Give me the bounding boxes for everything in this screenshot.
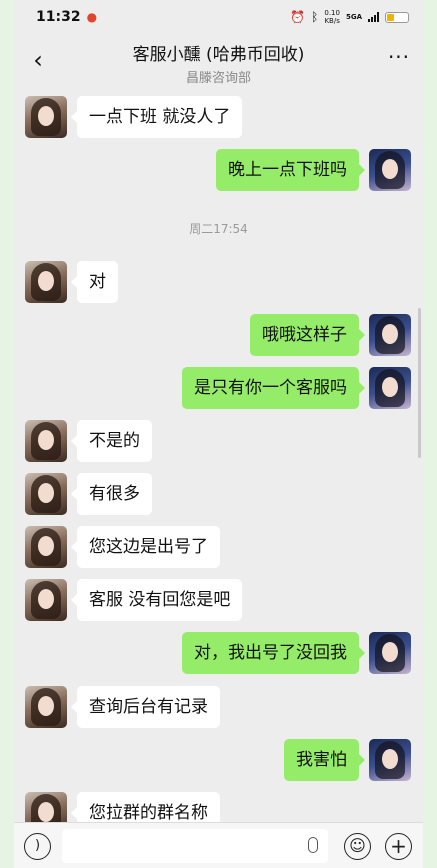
sent-message-bubble[interactable]: 哦哦这样子 [250, 314, 365, 356]
alarm-icon: ⏰ [290, 10, 306, 24]
battery-icon [385, 11, 409, 23]
emoji-icon[interactable]: ☺ [344, 833, 371, 860]
received-message-bubble[interactable]: 对 [71, 261, 118, 303]
avatar-face [382, 324, 398, 344]
sent-message-bubble[interactable]: 晚上一点下班吗 [216, 149, 365, 191]
received-message-bubble[interactable]: 不是的 [71, 420, 152, 462]
avatar-face [38, 536, 54, 556]
plus-icon[interactable]: + [385, 833, 412, 860]
avatar-face [38, 802, 54, 822]
contact-avatar[interactable] [25, 473, 67, 515]
message-row: 不是的 [14, 420, 423, 464]
message-timestamp: 周二17:54 [189, 222, 248, 236]
mic-icon[interactable] [308, 837, 318, 853]
input-bar: ) ☺ + [14, 822, 423, 868]
back-button[interactable]: ‹ [28, 48, 48, 72]
battery-level [387, 13, 394, 21]
contact-avatar[interactable] [25, 261, 67, 303]
received-message-bubble[interactable]: 客服 没有回您是吧 [70, 579, 243, 621]
message-row: 对，我出号了没回我 [14, 632, 423, 676]
sent-message-bubble[interactable]: 是只有你一个客服吗 [182, 367, 365, 409]
contact-avatar[interactable] [25, 579, 67, 621]
received-message-bubble[interactable]: 一点下班 就没人了 [70, 96, 243, 138]
chat-screen: 11:32 ● ⏰ ᛒ 0.10 KB/s 5GA ‹ 客服小醺 (哈弗币回收)… [14, 0, 423, 868]
received-message-bubble[interactable]: 您拉群的群名称 [71, 792, 220, 822]
message-row: 查询后台有记录 [14, 686, 423, 730]
contact-avatar[interactable] [25, 420, 67, 462]
net-speed: 0.10 KB/s [324, 9, 340, 25]
status-bar: 11:32 ● ⏰ ᛒ 0.10 KB/s 5GA [14, 0, 423, 34]
scrollbar[interactable] [418, 308, 421, 458]
signal-icon [368, 12, 379, 22]
avatar-face [382, 377, 398, 397]
avatar-face [382, 159, 398, 179]
received-message-bubble[interactable]: 您这边是出号了 [71, 526, 220, 568]
contact-avatar[interactable] [25, 686, 67, 728]
voice-icon[interactable]: ) [24, 833, 51, 860]
message-row: 我害怕 [14, 739, 423, 783]
contact-avatar[interactable] [25, 96, 67, 138]
more-options-button[interactable]: ··· [387, 47, 411, 70]
avatar-face [382, 749, 398, 769]
sent-message-bubble[interactable]: 我害怕 [284, 739, 365, 781]
network-type: 5GA [345, 13, 362, 21]
message-row: 一点下班 就没人了 [14, 96, 423, 140]
message-row: 有很多 [14, 473, 423, 517]
avatar-face [382, 642, 398, 662]
chat-subtitle: 昌滕咨询部 [185, 71, 251, 86]
received-message-bubble[interactable]: 有很多 [71, 473, 152, 515]
message-row: 客服 没有回您是吧 [14, 579, 423, 623]
contact-avatar[interactable] [25, 792, 67, 822]
avatar-face [38, 271, 54, 291]
message-row: 您拉群的群名称 [14, 792, 423, 822]
self-avatar[interactable] [369, 149, 411, 191]
sent-message-bubble[interactable]: 对，我出号了没回我 [182, 632, 365, 674]
message-row: 对 [14, 261, 423, 305]
message-input[interactable] [62, 829, 328, 863]
avatar-face [38, 483, 54, 503]
received-message-bubble[interactable]: 查询后台有记录 [71, 686, 220, 728]
message-row: 晚上一点下班吗 [14, 149, 423, 193]
self-avatar[interactable] [369, 367, 411, 409]
status-time: 11:32 [36, 9, 81, 25]
bluetooth-icon: ᛒ [311, 10, 319, 24]
chat-header: ‹ 客服小醺 (哈弗币回收) 昌滕咨询部 ··· [14, 34, 423, 88]
self-avatar[interactable] [369, 314, 411, 356]
avatar-face [38, 589, 54, 609]
message-row: 是只有你一个客服吗 [14, 367, 423, 411]
message-row: 您这边是出号了 [14, 526, 423, 570]
message-row: 哦哦这样子 [14, 314, 423, 358]
self-avatar[interactable] [369, 739, 411, 781]
avatar-face [38, 430, 54, 450]
contact-avatar[interactable] [25, 526, 67, 568]
avatar-face [38, 696, 54, 716]
app-notification-icon: ● [86, 10, 98, 24]
avatar-face [38, 106, 54, 126]
self-avatar[interactable] [369, 632, 411, 674]
message-list[interactable]: 周二17:54 一点下班 就没人了 晚上一点下班吗对哦哦这样子 是只有你一个客服吗 … [14, 88, 423, 822]
chat-title: 客服小醺 (哈弗币回收) [132, 45, 305, 65]
